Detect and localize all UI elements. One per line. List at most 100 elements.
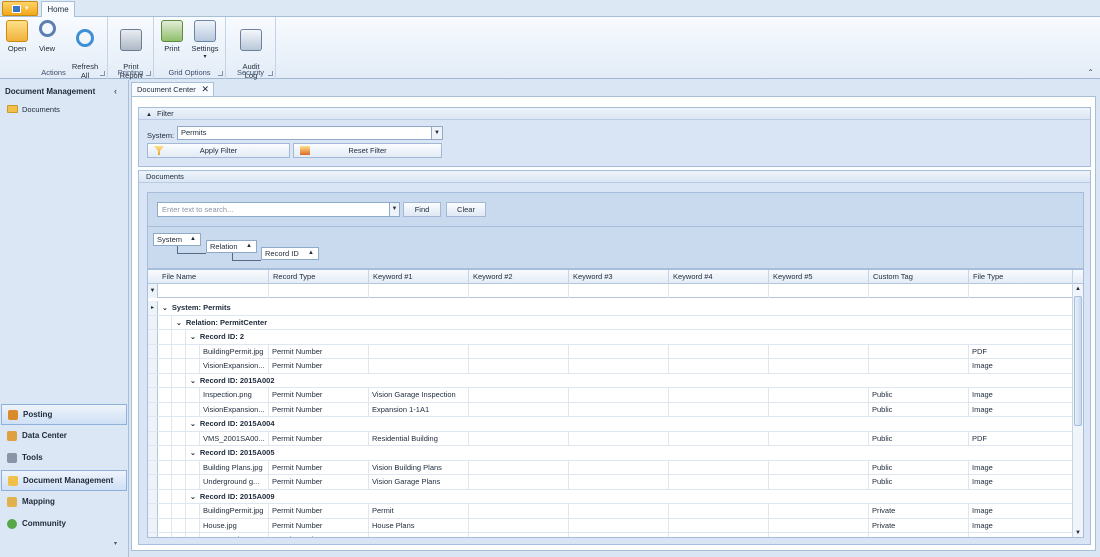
table-cell[interactable] [769,388,869,402]
row-indicator[interactable] [148,373,158,387]
filter-header[interactable]: ▲ Filter [139,108,1090,120]
table-cell[interactable]: Public [869,431,969,445]
table-cell[interactable] [669,431,769,445]
table-cell[interactable]: Image [969,388,1073,402]
row-indicator[interactable] [148,388,158,402]
table-cell[interactable]: Private [869,504,969,518]
table-cell[interactable]: Permit Number [269,402,369,416]
filter-cell[interactable] [269,284,369,298]
column-header[interactable]: Keyword #4 [669,270,769,284]
table-cell[interactable] [469,533,569,537]
column-header[interactable]: Keyword #5 [769,270,869,284]
column-header[interactable]: File Name [158,270,269,284]
table-cell[interactable] [669,460,769,474]
tab-home[interactable]: Home [41,1,75,18]
row-indicator[interactable] [148,489,158,503]
nav-tools[interactable]: Tools [1,448,127,469]
table-row[interactable]: BuildingPermit.jpg Permit Number Permit Pri… [148,504,1073,519]
filter-cell[interactable] [158,284,269,298]
apply-filter-button[interactable]: Apply Filter [147,143,290,158]
table-cell[interactable] [469,518,569,532]
vertical-scrollbar[interactable]: ▲ ▼ [1072,284,1083,537]
nav-data-center[interactable]: Data Center [1,426,127,447]
table-cell[interactable] [769,504,869,518]
table-cell[interactable]: A7999-10.jpg [200,533,269,537]
row-indicator[interactable] [148,330,158,344]
table-cell[interactable] [869,359,969,373]
row-indicator[interactable] [148,446,158,460]
table-cell[interactable]: Permit Number [269,460,369,474]
table-cell[interactable] [669,518,769,532]
table-cell[interactable]: House.jpg [200,518,269,532]
group-chip-relation[interactable]: Relation ▲ [206,240,257,253]
table-cell[interactable] [769,475,869,489]
scrollbar-thumb[interactable] [1074,296,1082,426]
table-cell[interactable]: Image [969,518,1073,532]
filter-cell[interactable] [669,284,769,298]
table-cell[interactable] [569,359,669,373]
table-cell[interactable] [469,475,569,489]
row-indicator[interactable] [148,504,158,518]
table-cell[interactable] [669,504,769,518]
table-cell[interactable]: Expansion 1-1A1 [369,402,469,416]
table-cell[interactable] [469,388,569,402]
table-cell[interactable]: BuildingPermit.jpg [200,504,269,518]
filter-cell[interactable] [469,284,569,298]
table-cell[interactable] [469,402,569,416]
row-indicator[interactable] [148,402,158,416]
filter-cell[interactable] [569,284,669,298]
table-cell[interactable]: Permit Number [269,504,369,518]
table-cell[interactable] [769,402,869,416]
table-cell[interactable] [669,402,769,416]
table-cell[interactable]: Image [969,460,1073,474]
column-header[interactable]: Custom Tag [869,270,969,284]
group-row[interactable]: ⌄ Record ID: 2015A009 [148,489,1073,504]
table-cell[interactable] [469,460,569,474]
table-cell[interactable] [869,533,969,537]
table-cell[interactable]: Inspection.png [200,388,269,402]
table-cell[interactable]: Public [869,475,969,489]
table-cell[interactable]: PDF [969,431,1073,445]
table-cell[interactable] [569,388,669,402]
table-cell[interactable] [769,344,869,358]
group-chip-system[interactable]: System ▲ [153,233,201,246]
row-indicator[interactable] [148,475,158,489]
group-row[interactable]: ⌄ Record ID: 2015A002 [148,373,1073,388]
open-button[interactable]: Open [5,20,29,53]
table-cell[interactable] [369,533,469,537]
expand-chevron-icon[interactable]: ⌄ [190,378,196,385]
group-row[interactable]: ▸ ⌄ System: Permits [148,301,1073,316]
reset-filter-button[interactable]: Reset Filter [293,143,442,158]
chevron-down-icon[interactable]: ▼ [389,203,399,216]
table-cell[interactable]: VisionExpansion... [200,402,269,416]
table-cell[interactable]: Permit Number [269,359,369,373]
nav-community[interactable]: Community [1,514,127,535]
expand-chevron-icon[interactable]: ⌄ [190,421,196,428]
dialog-launcher-icon[interactable] [146,71,151,76]
table-cell[interactable] [869,344,969,358]
column-header[interactable]: Keyword #2 [469,270,569,284]
table-cell[interactable]: Image [969,475,1073,489]
close-icon[interactable]: ✕ [201,83,209,96]
table-cell[interactable] [569,504,669,518]
table-cell[interactable] [569,475,669,489]
table-cell[interactable]: BuildingPermit.jpg [200,344,269,358]
table-cell[interactable]: Public [869,402,969,416]
table-cell[interactable] [769,359,869,373]
print-button[interactable]: Print [160,20,184,53]
table-cell[interactable] [769,533,869,537]
table-cell[interactable] [669,533,769,537]
dialog-launcher-icon[interactable] [218,71,223,76]
table-cell[interactable]: Image [969,359,1073,373]
table-cell[interactable]: Underground g... [200,475,269,489]
table-cell[interactable] [369,344,469,358]
system-select[interactable]: Permits ▼ [177,126,443,140]
table-cell[interactable]: Vision Building Plans [369,460,469,474]
table-row[interactable]: Underground g... Permit Number Vision Gara… [148,475,1073,490]
group-row[interactable]: ⌄ Record ID: 2 [148,330,1073,345]
nav-overflow-icon[interactable]: ▾ [114,540,117,547]
table-cell[interactable] [469,359,569,373]
row-indicator[interactable] [148,359,158,373]
expand-chevron-icon[interactable]: ⌄ [190,450,196,457]
table-cell[interactable]: VMS_2001SA00... [200,431,269,445]
